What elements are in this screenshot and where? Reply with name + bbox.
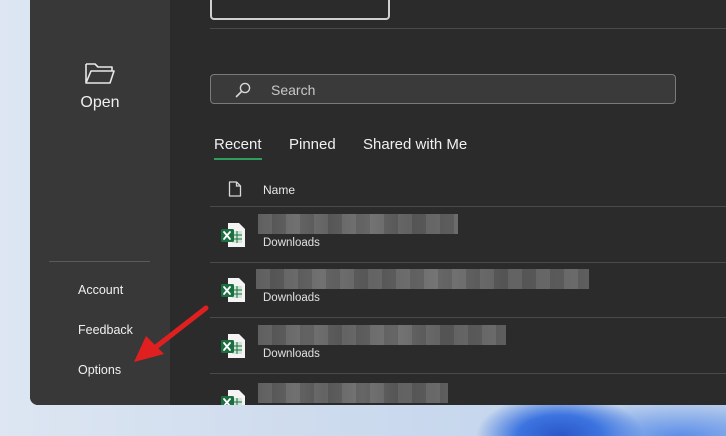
sidebar-item-open-label: Open [80, 94, 120, 111]
sidebar-divider [49, 261, 150, 262]
main-panel: Search Recent Pinned Shared with Me Name [170, 0, 726, 405]
file-row[interactable]: Downloads [210, 318, 726, 374]
tab-pinned[interactable]: Pinned [289, 136, 336, 153]
tab-recent-label: Recent [214, 136, 262, 153]
file-name-redacted [258, 325, 506, 345]
folder-open-icon [85, 63, 115, 84]
excel-file-icon [221, 334, 245, 358]
excel-file-icon [221, 278, 245, 302]
top-button[interactable] [210, 0, 390, 20]
excel-file-icon [221, 223, 245, 247]
file-row[interactable] [210, 374, 726, 405]
file-list-header: Name [210, 180, 726, 207]
file-location: Downloads [263, 348, 320, 360]
column-header-name[interactable]: Name [263, 183, 295, 197]
active-tab-indicator [214, 158, 262, 160]
file-row[interactable]: Downloads [210, 207, 726, 263]
tab-shared-with-me[interactable]: Shared with Me [363, 136, 467, 153]
sidebar-item-open[interactable]: Open [50, 60, 150, 112]
annotation-arrow-icon [134, 305, 209, 362]
document-icon [228, 181, 242, 197]
file-name-redacted [258, 214, 458, 234]
search-placeholder: Search [271, 82, 316, 98]
sidebar-item-feedback[interactable]: Feedback [78, 323, 133, 337]
tab-recent[interactable]: Recent [214, 136, 262, 160]
sidebar-item-options[interactable]: Options [78, 363, 121, 377]
file-name-redacted [256, 269, 589, 289]
section-divider [210, 28, 726, 29]
file-row[interactable]: Downloads [210, 262, 726, 318]
file-location: Downloads [263, 292, 320, 304]
search-icon [235, 82, 251, 98]
file-location: Downloads [263, 237, 320, 249]
search-input[interactable]: Search [210, 74, 676, 104]
excel-file-icon [221, 390, 245, 405]
file-name-redacted [258, 383, 448, 403]
sidebar-item-account[interactable]: Account [78, 283, 123, 297]
